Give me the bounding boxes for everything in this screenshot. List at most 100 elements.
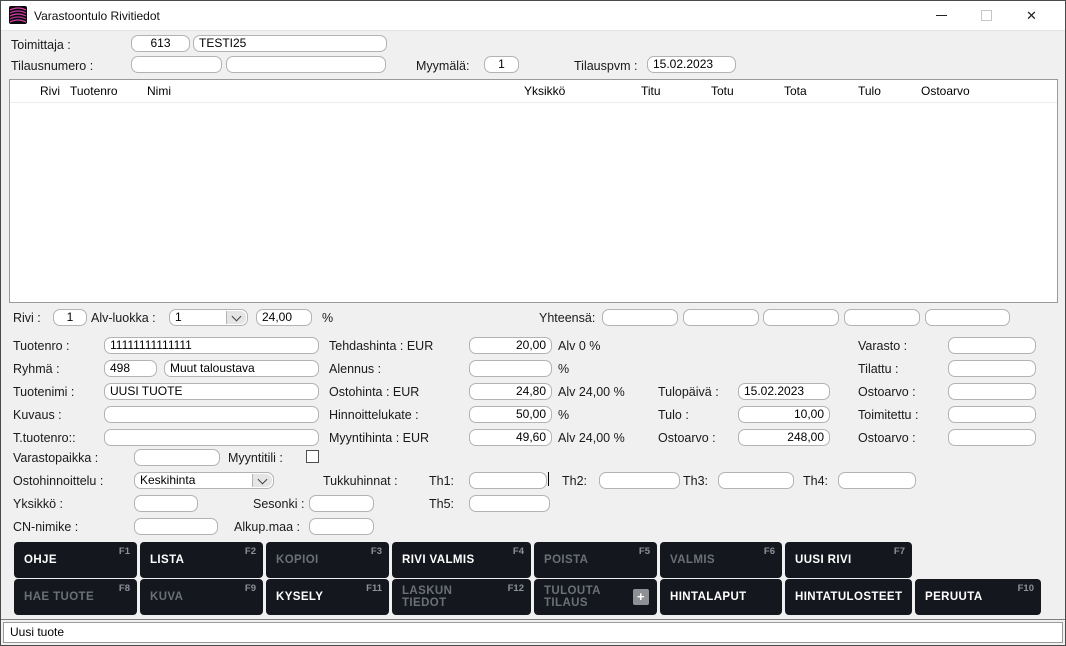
tuotenimi-field[interactable]: UUSI TUOTE — [104, 383, 319, 400]
ostoarvo-field[interactable]: 248,00 — [738, 429, 830, 446]
myymala-field[interactable]: 1 — [484, 56, 519, 73]
status-bar: Uusi tuote — [1, 619, 1065, 645]
chevron-down-icon[interactable] — [226, 311, 246, 324]
th4-field[interactable] — [838, 472, 916, 489]
fkey-badge: F6 — [764, 546, 775, 557]
varasto-field[interactable] — [948, 337, 1036, 354]
fkey-badge: F9 — [245, 583, 256, 594]
th1-label: Th1: — [429, 474, 454, 488]
tilauspvm-field[interactable]: 15.02.2023 — [647, 56, 736, 73]
tuotenro-field[interactable]: 11111111111111 — [104, 337, 319, 354]
th5-field[interactable] — [469, 495, 550, 512]
ryhma-name-field[interactable]: Muut taloustava — [164, 360, 319, 377]
myyntitili-checkbox[interactable] — [306, 450, 319, 463]
tuotenro-label: Tuotenro : — [13, 339, 70, 353]
alv-luokka-select[interactable]: 1 — [169, 309, 248, 326]
header-divider — [10, 102, 1057, 103]
close-button[interactable]: ✕ — [1009, 1, 1054, 30]
fkey-badge: F1 — [119, 546, 130, 557]
window-varastoontulo-rivitiedot: Varastoontulo Rivitiedot ✕ Toimittaja : … — [0, 0, 1066, 646]
tulo-field[interactable]: 10,00 — [738, 406, 830, 423]
hintalaput-button[interactable]: HINTALAPUT — [660, 579, 782, 615]
col-yksikko: Yksikkö — [524, 84, 565, 98]
toimittaja-code-field[interactable]: 613 — [131, 35, 190, 52]
fkey-badge: F3 — [371, 546, 382, 557]
col-tota: Tota — [784, 84, 807, 98]
fkey-badge: F8 — [119, 583, 130, 594]
myyntihinta-field[interactable]: 49,60 — [469, 429, 552, 446]
yhteensa-field-5[interactable] — [925, 309, 1010, 326]
yhteensa-field-2[interactable] — [683, 309, 759, 326]
yhteensa-label: Yhteensä: — [539, 311, 595, 325]
ostohinta-field[interactable]: 24,80 — [469, 383, 552, 400]
chevron-down-icon[interactable] — [252, 474, 272, 487]
ostohinnoittelu-select[interactable]: Keskihinta — [134, 472, 274, 489]
ostohinta-label: Ostohinta : EUR — [329, 385, 419, 399]
ohje-button[interactable]: OHJEF1 — [14, 542, 137, 578]
th1-field[interactable] — [469, 472, 547, 489]
title-bar: Varastoontulo Rivitiedot ✕ — [1, 1, 1065, 31]
hintatulosteet-button[interactable]: HINTATULOSTEET — [785, 579, 912, 615]
alennus-field[interactable] — [469, 360, 552, 377]
app-icon — [9, 6, 27, 24]
cn-nimike-label: CN-nimike : — [13, 520, 78, 534]
ostohinta-alv: Alv 24,00 % — [558, 385, 625, 399]
col-ostoarvo: Ostoarvo — [921, 84, 970, 98]
minimize-button[interactable] — [919, 1, 964, 30]
tulo-label: Tulo : — [658, 408, 689, 422]
kuvaus-field[interactable] — [104, 406, 319, 423]
kysely-button[interactable]: KYSELYF11 — [266, 579, 389, 615]
yksikko-field[interactable] — [134, 495, 198, 512]
t-tuotenro-field[interactable] — [104, 429, 319, 446]
alkup-maa-field[interactable] — [309, 518, 374, 535]
col-titu: Titu — [641, 84, 661, 98]
plus-icon[interactable]: + — [633, 589, 649, 605]
tilausnumero-label: Tilausnumero : — [11, 59, 93, 73]
yhteensa-field-4[interactable] — [844, 309, 920, 326]
col-rivi: Rivi — [40, 84, 60, 98]
tilausnumero-field-1[interactable] — [131, 56, 222, 73]
peruuta-button[interactable]: PERUUTAF10 — [915, 579, 1041, 615]
t-tuotenro-label: T.tuotenro:: — [13, 431, 76, 445]
uusi-rivi-button[interactable]: UUSI RIVIF7 — [785, 542, 912, 578]
tulopaiva-label: Tulopäivä : — [658, 385, 719, 399]
window-title: Varastoontulo Rivitiedot — [34, 9, 160, 23]
hinnoittelukate-suffix: % — [558, 408, 569, 422]
tilattu-field[interactable] — [948, 360, 1036, 377]
stock-ostoarvo2-field[interactable] — [948, 429, 1036, 446]
th2-label: Th2: — [562, 474, 587, 488]
yksikko-label: Yksikkö : — [13, 497, 63, 511]
lista-button[interactable]: LISTAF2 — [140, 542, 263, 578]
tulopaiva-field[interactable]: 15.02.2023 — [738, 383, 830, 400]
cn-nimike-field[interactable] — [134, 518, 218, 535]
hinnoittelukate-field[interactable]: 50,00 — [469, 406, 552, 423]
stock-ostoarvo1-field[interactable] — [948, 383, 1036, 400]
yhteensa-field-3[interactable] — [763, 309, 839, 326]
rows-table[interactable]: Rivi Tuotenro Nimi Yksikkö Titu Totu Tot… — [9, 79, 1058, 303]
tehdashinta-field[interactable]: 20,00 — [469, 337, 552, 354]
alv-luokka-value: 1 — [175, 310, 182, 324]
tilauspvm-label: Tilauspvm : — [574, 59, 637, 73]
toimittaja-name-field[interactable]: TESTI25 — [193, 35, 387, 52]
tukkuhinnat-label: Tukkuhinnat : — [323, 474, 398, 488]
th3-field[interactable] — [718, 472, 794, 489]
myyntihinta-alv: Alv 24,00 % — [558, 431, 625, 445]
rivi-valmis-button[interactable]: RIVI VALMISF4 — [392, 542, 531, 578]
text-cursor — [548, 472, 549, 486]
alv-pct-field[interactable]: 24,00 — [256, 309, 312, 326]
varastopaikka-label: Varastopaikka : — [13, 451, 98, 465]
rivi-field[interactable]: 1 — [53, 309, 87, 326]
th2-field[interactable] — [599, 472, 680, 489]
tulouta-tilaus-button: TULOUTA TILAUS + — [534, 579, 657, 615]
toimitettu-label: Toimitettu : — [858, 408, 918, 422]
alv-luokka-label: Alv-luokka : — [91, 311, 156, 325]
toimitettu-field[interactable] — [948, 406, 1036, 423]
alkup-maa-label: Alkup.maa : — [234, 520, 300, 534]
toimittaja-label: Toimittaja : — [11, 38, 71, 52]
ryhma-code-field[interactable]: 498 — [104, 360, 157, 377]
sesonki-field[interactable] — [309, 495, 374, 512]
ostoarvo-label: Ostoarvo : — [658, 431, 716, 445]
tilausnumero-field-2[interactable] — [226, 56, 386, 73]
yhteensa-field-1[interactable] — [602, 309, 678, 326]
varastopaikka-field[interactable] — [134, 449, 220, 466]
